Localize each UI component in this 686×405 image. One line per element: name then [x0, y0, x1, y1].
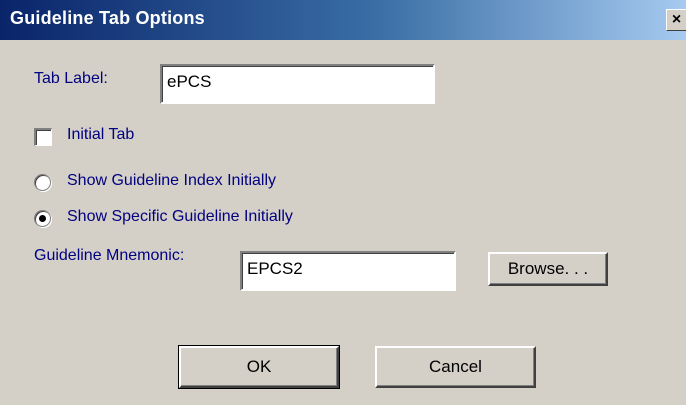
show-specific-label: Show Specific Guideline Initially	[67, 208, 293, 225]
browse-button[interactable]: Browse. . .	[488, 252, 608, 286]
title-bar: Guideline Tab Options ×	[0, 0, 686, 40]
initial-tab-checkbox[interactable]	[34, 128, 52, 146]
tab-label-input[interactable]: ePCS	[160, 64, 435, 104]
close-icon: ×	[671, 11, 682, 28]
tab-label-caption: Tab Label:	[34, 70, 108, 87]
ok-button[interactable]: OK	[178, 345, 340, 389]
mnemonic-input[interactable]: EPCS2	[240, 251, 456, 291]
show-specific-radio[interactable]	[34, 210, 51, 227]
guideline-tab-options-dialog: Guideline Tab Options × Tab Label: ePCS …	[0, 0, 686, 405]
cancel-button[interactable]: Cancel	[375, 346, 536, 388]
show-index-label: Show Guideline Index Initially	[67, 172, 277, 189]
close-button[interactable]: ×	[666, 9, 686, 31]
window-title: Guideline Tab Options	[10, 8, 205, 28]
mnemonic-caption: Guideline Mnemonic:	[34, 247, 185, 264]
show-index-radio[interactable]	[34, 174, 51, 191]
initial-tab-label: Initial Tab	[67, 126, 135, 143]
